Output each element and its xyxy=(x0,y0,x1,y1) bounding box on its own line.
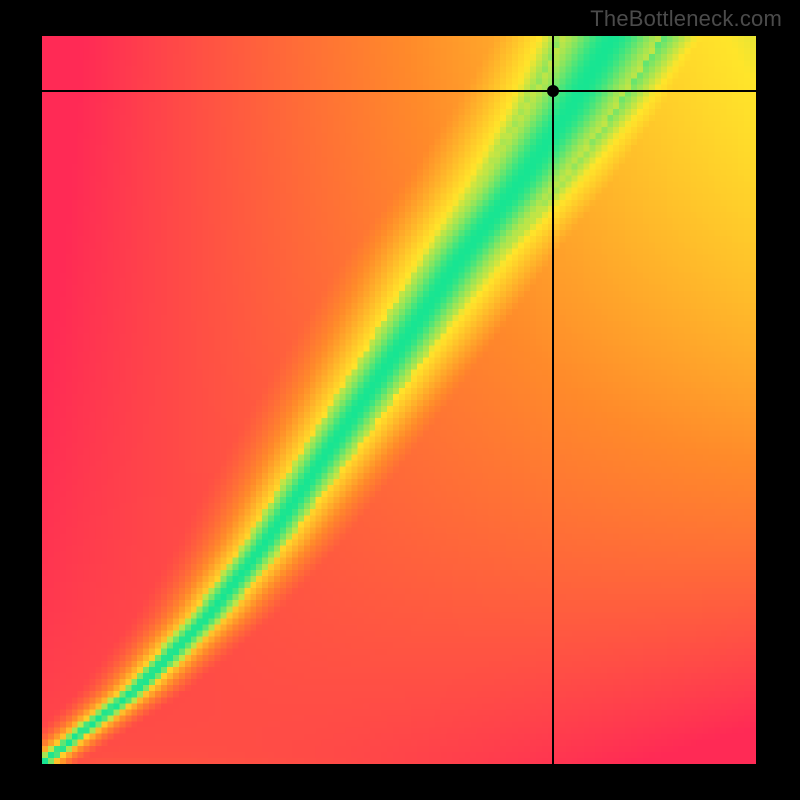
bottleneck-heatmap xyxy=(42,36,756,764)
crosshair-vertical xyxy=(552,36,554,764)
marker-dot xyxy=(547,85,559,97)
chart-frame: TheBottleneck.com xyxy=(0,0,800,800)
watermark-text: TheBottleneck.com xyxy=(590,6,782,32)
crosshair-horizontal xyxy=(42,90,756,92)
